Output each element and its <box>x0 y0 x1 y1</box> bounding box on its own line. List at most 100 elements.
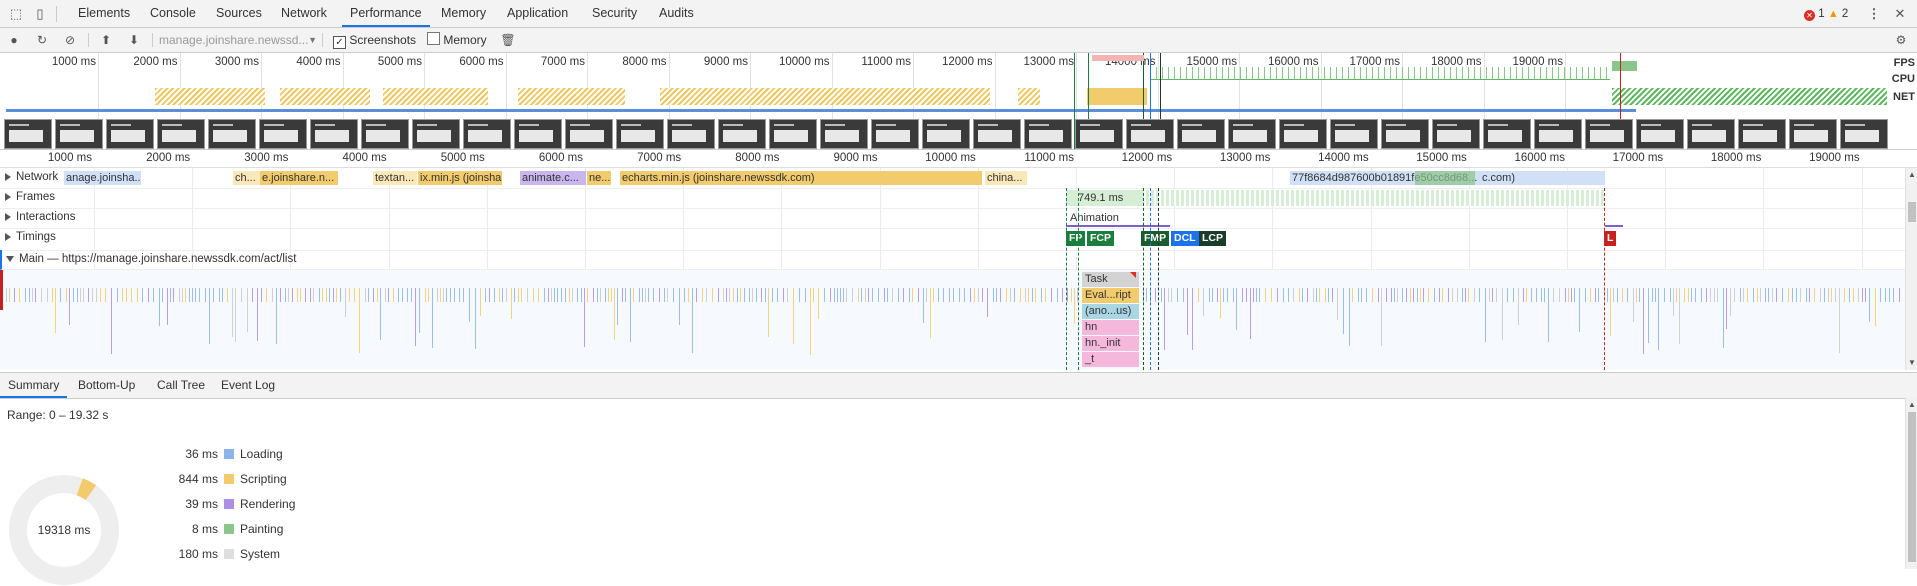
tab-security[interactable]: Security <box>584 0 645 27</box>
screenshot-thumbnail[interactable] <box>463 119 511 149</box>
tab-audits[interactable]: Audits <box>651 0 702 27</box>
screenshot-thumbnail[interactable] <box>1432 119 1480 149</box>
screenshot-thumbnail[interactable] <box>1789 119 1837 149</box>
interactions-track-label[interactable]: Interactions <box>5 211 75 223</box>
memory-checkbox[interactable] <box>427 32 440 45</box>
scrollbar-thumb[interactable] <box>1908 202 1916 222</box>
inspect-element-icon[interactable]: ⬚ <box>8 6 24 22</box>
network-track-label[interactable]: Network <box>5 171 58 183</box>
screenshot-thumbnail[interactable] <box>1279 119 1327 149</box>
main-thread-flamechart[interactable]: Task Eval...ript (ano...us) hn hn._init … <box>0 270 1905 370</box>
screenshot-thumbnail[interactable] <box>616 119 664 149</box>
timing-fp[interactable]: FP <box>1066 231 1086 246</box>
screenshot-thumbnail[interactable] <box>514 119 562 149</box>
screenshot-thumbnail[interactable] <box>157 119 205 149</box>
flame-evaluate-script[interactable]: Eval...ript <box>1082 288 1139 303</box>
screenshot-thumbnail[interactable] <box>871 119 919 149</box>
scroll-down-icon[interactable]: ▼ <box>1908 358 1916 367</box>
network-request[interactable]: china... <box>985 171 1027 185</box>
screenshot-thumbnail[interactable] <box>718 119 766 149</box>
flame-t[interactable]: _t <box>1082 352 1139 367</box>
record-icon[interactable]: ● <box>6 32 22 48</box>
flame-hn[interactable]: hn <box>1082 320 1139 335</box>
screenshot-thumbnail[interactable] <box>667 119 715 149</box>
screenshot-thumbnail[interactable] <box>1024 119 1072 149</box>
screenshot-thumbnail[interactable] <box>1738 119 1786 149</box>
screenshot-thumbnail[interactable] <box>361 119 409 149</box>
screenshot-thumbnail[interactable] <box>973 119 1021 149</box>
timing-dcl[interactable]: DCL <box>1171 231 1199 246</box>
tab-application[interactable]: Application <box>499 0 576 27</box>
screenshot-thumbnail[interactable] <box>1483 119 1531 149</box>
screenshot-thumbnail[interactable] <box>1126 119 1174 149</box>
tab-bottom-up[interactable]: Bottom-Up <box>70 373 143 398</box>
network-request[interactable]: anage.joinsha... <box>64 171 141 185</box>
network-request[interactable] <box>1415 171 1475 185</box>
timing-lcp[interactable]: LCP <box>1199 231 1226 246</box>
screenshot-thumbnail[interactable] <box>1585 119 1633 149</box>
screenshot-thumbnail[interactable] <box>310 119 358 149</box>
close-devtools-icon[interactable]: ✕ <box>1892 6 1908 22</box>
tab-elements[interactable]: Elements <box>70 0 138 27</box>
flamechart-scrollbar[interactable]: ▲ ▼ <box>1905 168 1917 370</box>
screenshot-thumbnail[interactable] <box>4 119 52 149</box>
profile-select[interactable]: manage.joinshare.newssd... ▼ <box>159 32 319 48</box>
screenshot-thumbnail[interactable] <box>1840 119 1888 149</box>
flame-hn-init[interactable]: hn._init <box>1082 336 1139 351</box>
animation-interaction[interactable]: Animation <box>1066 211 1170 227</box>
capture-settings-icon[interactable]: ⚙ <box>1893 32 1909 48</box>
device-toolbar-icon[interactable]: ▯ <box>32 6 48 22</box>
screenshots-toggle[interactable]: ✓ Screenshots <box>333 32 416 49</box>
screenshot-thumbnail[interactable] <box>922 119 970 149</box>
tab-console[interactable]: Console <box>142 0 204 27</box>
scroll-up-icon[interactable]: ▲ <box>1908 170 1916 179</box>
screenshot-thumbnail[interactable] <box>259 119 307 149</box>
screenshot-thumbnail[interactable] <box>1177 119 1225 149</box>
timing-fcp[interactable]: FCP <box>1087 231 1114 246</box>
network-request[interactable]: animate.c... <box>520 171 586 185</box>
save-profile-icon[interactable]: ⬇ <box>126 32 142 48</box>
scroll-up-icon[interactable]: ▲ <box>1908 400 1916 409</box>
network-request[interactable]: ix.min.js (joinsha <box>418 171 502 185</box>
screenshot-thumbnail[interactable] <box>1636 119 1684 149</box>
main-track-label[interactable]: Main — https://manage.joinshare.newssdk.… <box>6 253 296 265</box>
interactions-track[interactable]: Interactions Animation <box>0 208 1905 229</box>
tab-call-tree[interactable]: Call Tree <box>149 373 213 398</box>
issue-counter[interactable]: ✕ 1 ▲ 2 <box>1804 6 1848 22</box>
screenshot-thumbnail[interactable] <box>565 119 613 149</box>
network-request[interactable]: ch... <box>233 171 261 185</box>
screenshot-thumbnail[interactable] <box>55 119 103 149</box>
screenshot-thumbnail[interactable] <box>208 119 256 149</box>
screenshot-thumbnail[interactable] <box>820 119 868 149</box>
network-request[interactable]: textan... <box>373 171 417 185</box>
animation-interaction[interactable] <box>1605 211 1623 227</box>
screenshot-thumbnail[interactable] <box>1075 119 1123 149</box>
clear-icon[interactable]: ⊘ <box>62 32 78 48</box>
screenshot-thumbnail[interactable] <box>412 119 460 149</box>
tab-network[interactable]: Network <box>273 0 335 27</box>
screenshot-thumbnail[interactable] <box>1228 119 1276 149</box>
load-profile-icon[interactable]: ⬆ <box>98 32 114 48</box>
more-options-icon[interactable]: ⋮ <box>1866 6 1882 22</box>
timeline-overview[interactable]: 1000 ms 2000 ms 3000 ms 4000 ms 5000 ms 6000 … <box>0 53 1917 150</box>
timings-track-label[interactable]: Timings <box>5 231 56 243</box>
scrollbar-thumb[interactable] <box>1908 412 1916 562</box>
frames-track[interactable]: Frames 749.1 ms <box>0 188 1905 209</box>
screenshot-thumbnail[interactable] <box>106 119 154 149</box>
memory-toggle[interactable]: Memory <box>427 32 487 48</box>
main-track-header[interactable]: Main — https://manage.joinshare.newssdk.… <box>0 250 1905 270</box>
network-request[interactable]: ne... <box>587 171 611 185</box>
tab-sources[interactable]: Sources <box>208 0 270 27</box>
screenshot-thumbnail[interactable] <box>1534 119 1582 149</box>
flame-anonymous[interactable]: (ano...us) <box>1082 304 1139 319</box>
screenshot-thumbnail[interactable] <box>1381 119 1429 149</box>
network-request[interactable]: e.joinshare.n... <box>260 171 338 185</box>
network-track[interactable]: Network anage.joinsha... ch... e.joinsha… <box>0 168 1905 189</box>
collect-garbage-icon[interactable]: 🗑 <box>500 32 516 48</box>
tab-memory[interactable]: Memory <box>433 0 494 27</box>
tab-summary[interactable]: Summary <box>0 373 68 398</box>
tab-performance[interactable]: Performance <box>342 0 430 27</box>
flamechart-area[interactable]: Network anage.joinsha... ch... e.joinsha… <box>0 168 1917 370</box>
reload-record-icon[interactable]: ↻ <box>34 32 50 48</box>
timing-load[interactable]: L <box>1604 231 1617 246</box>
